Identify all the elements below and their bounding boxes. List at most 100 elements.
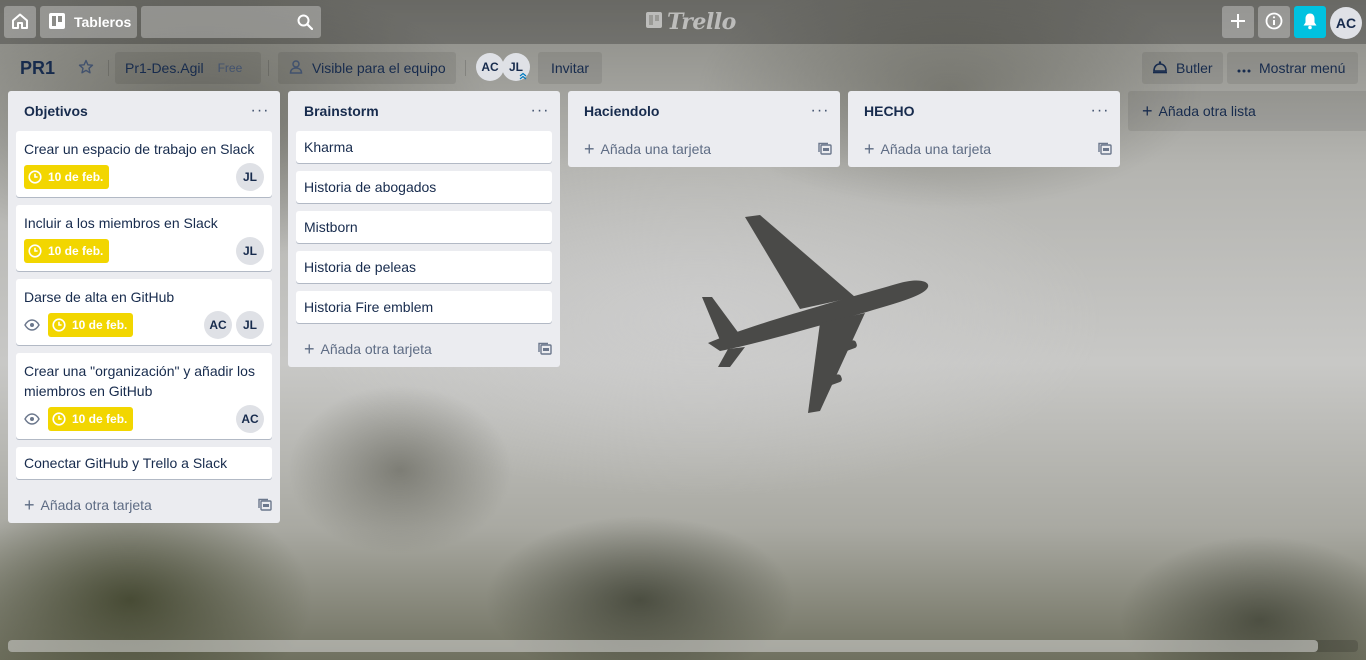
show-menu-label: Mostrar menú: [1259, 60, 1346, 76]
plus-icon: +: [1142, 100, 1153, 121]
board-member-avatar[interactable]: AC: [476, 53, 504, 81]
trello-logo-icon: [645, 9, 663, 35]
card-title: Crear un espacio de trabajo en Slack: [24, 141, 255, 157]
card-title: Crear una "organización" y añadir los mi…: [24, 363, 255, 399]
boards-button[interactable]: Tableros: [40, 6, 137, 38]
list-haciendolo: Haciendolo ··· + Añada una tarjeta: [568, 91, 840, 167]
plus-icon: +: [864, 139, 875, 159]
search-icon[interactable]: [297, 14, 314, 33]
card-template-icon[interactable]: [538, 342, 552, 356]
list-menu-dots-icon[interactable]: ···: [1088, 102, 1112, 120]
card-member-avatar[interactable]: JL: [236, 311, 264, 339]
team-icon: [288, 59, 304, 78]
show-menu-button[interactable]: Mostrar menú: [1227, 52, 1358, 84]
list-header[interactable]: Haciendolo ···: [568, 91, 840, 131]
card-template-icon[interactable]: [1098, 142, 1112, 156]
due-date-label: 10 de feb.: [72, 318, 128, 332]
card[interactable]: Historia de peleas: [296, 251, 552, 283]
add-card-button[interactable]: + Añada otra tarjeta: [288, 331, 560, 367]
board-member-avatar[interactable]: JL: [502, 53, 530, 81]
add-card-label: Añada otra tarjeta: [40, 497, 152, 513]
clock-icon: [52, 412, 66, 426]
card[interactable]: Crear un espacio de trabajo en Slack 10 …: [16, 131, 272, 197]
card-title: Historia de peleas: [304, 259, 417, 275]
card[interactable]: Kharma: [296, 131, 552, 163]
card-member-avatar[interactable]: AC: [236, 405, 264, 433]
list-objetivos: Objetivos ··· Crear un espacio de trabaj…: [8, 91, 280, 523]
card-title: Mistborn: [304, 219, 358, 235]
scrollbar-thumb[interactable]: [8, 640, 1318, 652]
add-card-button[interactable]: + Añada otra tarjeta: [8, 487, 280, 523]
list-title[interactable]: HECHO: [864, 103, 915, 119]
list-menu-dots-icon[interactable]: ···: [528, 102, 552, 120]
card[interactable]: Incluir a los miembros en Slack 10 de fe…: [16, 205, 272, 271]
search-field[interactable]: [141, 6, 321, 38]
search-input[interactable]: [141, 6, 291, 38]
card[interactable]: Conectar GitHub y Trello a Slack: [16, 447, 272, 479]
list-title[interactable]: Objetivos: [24, 103, 88, 119]
card[interactable]: Crear una "organización" y añadir los mi…: [16, 353, 272, 439]
user-avatar[interactable]: AC: [1330, 7, 1362, 39]
due-date-badge[interactable]: 10 de feb.: [24, 239, 110, 263]
visibility-button[interactable]: Visible para el equipo: [278, 52, 456, 84]
card[interactable]: Darse de alta en GitHub 10 de feb. AC JL: [16, 279, 272, 345]
card[interactable]: Mistborn: [296, 211, 552, 243]
add-card-label: Añada una tarjeta: [600, 141, 712, 157]
card-member-avatar[interactable]: AC: [204, 311, 232, 339]
due-date-label: 10 de feb.: [48, 170, 104, 184]
header-divider: [465, 60, 466, 76]
due-date-badge[interactable]: 10 de feb.: [48, 313, 134, 337]
card-title: Incluir a los miembros en Slack: [24, 215, 218, 231]
team-name: Pr1-Des.Agil: [125, 60, 204, 76]
logo-text: Trello: [667, 9, 736, 35]
trello-logo[interactable]: Trello: [645, 9, 736, 35]
create-button[interactable]: [1222, 6, 1254, 38]
card-title: Conectar GitHub y Trello a Slack: [24, 455, 228, 471]
home-button[interactable]: [4, 6, 36, 38]
list-header[interactable]: Brainstorm ···: [288, 91, 560, 131]
add-card-button[interactable]: + Añada una tarjeta: [848, 131, 1120, 167]
add-card-label: Añada una tarjeta: [880, 141, 992, 157]
notifications-button[interactable]: [1294, 6, 1326, 38]
board-title[interactable]: PR1: [10, 52, 65, 84]
info-button[interactable]: [1258, 6, 1290, 38]
butler-button[interactable]: Butler: [1142, 52, 1223, 84]
header-divider: [268, 60, 269, 76]
due-date-badge[interactable]: 10 de feb.: [48, 407, 134, 431]
admin-chevron-icon: [519, 72, 527, 80]
add-list-label: Añada otra lista: [1158, 103, 1256, 119]
airplane-background-image: [690, 205, 940, 423]
add-card-button[interactable]: + Añada una tarjeta: [568, 131, 840, 167]
star-button[interactable]: [70, 52, 102, 84]
invite-button[interactable]: Invitar: [538, 52, 602, 84]
list-header[interactable]: Objetivos ···: [8, 91, 280, 131]
add-list-button[interactable]: + Añada otra lista: [1128, 91, 1366, 131]
due-date-label: 10 de feb.: [72, 412, 128, 426]
header-divider: [108, 60, 109, 76]
team-button[interactable]: Pr1-Des.Agil Free: [115, 52, 261, 84]
list-title[interactable]: Haciendolo: [584, 103, 659, 119]
boards-icon: [48, 12, 66, 33]
horizontal-scrollbar[interactable]: [8, 640, 1358, 652]
list-title[interactable]: Brainstorm: [304, 103, 379, 119]
card-title: Kharma: [304, 139, 354, 155]
card-member-avatar[interactable]: JL: [236, 163, 264, 191]
card[interactable]: Historia Fire emblem: [296, 291, 552, 323]
card-member-avatar[interactable]: JL: [236, 237, 264, 265]
card-template-icon[interactable]: [258, 498, 272, 512]
eye-icon: [24, 413, 40, 425]
card-template-icon[interactable]: [818, 142, 832, 156]
list-menu-dots-icon[interactable]: ···: [248, 102, 272, 120]
card-title: Historia Fire emblem: [304, 299, 434, 315]
plus-icon: +: [304, 339, 315, 359]
clock-icon: [52, 318, 66, 332]
more-dots-icon: [1237, 60, 1251, 76]
list-menu-dots-icon[interactable]: ···: [808, 102, 832, 120]
top-header: Tableros Trello AC: [0, 0, 1366, 44]
due-date-badge[interactable]: 10 de feb.: [24, 165, 110, 189]
plus-icon: [1230, 13, 1246, 32]
card-title: Darse de alta en GitHub: [24, 289, 175, 305]
card[interactable]: Historia de abogados: [296, 171, 552, 203]
list-header[interactable]: HECHO ···: [848, 91, 1120, 131]
star-icon: [78, 59, 94, 78]
